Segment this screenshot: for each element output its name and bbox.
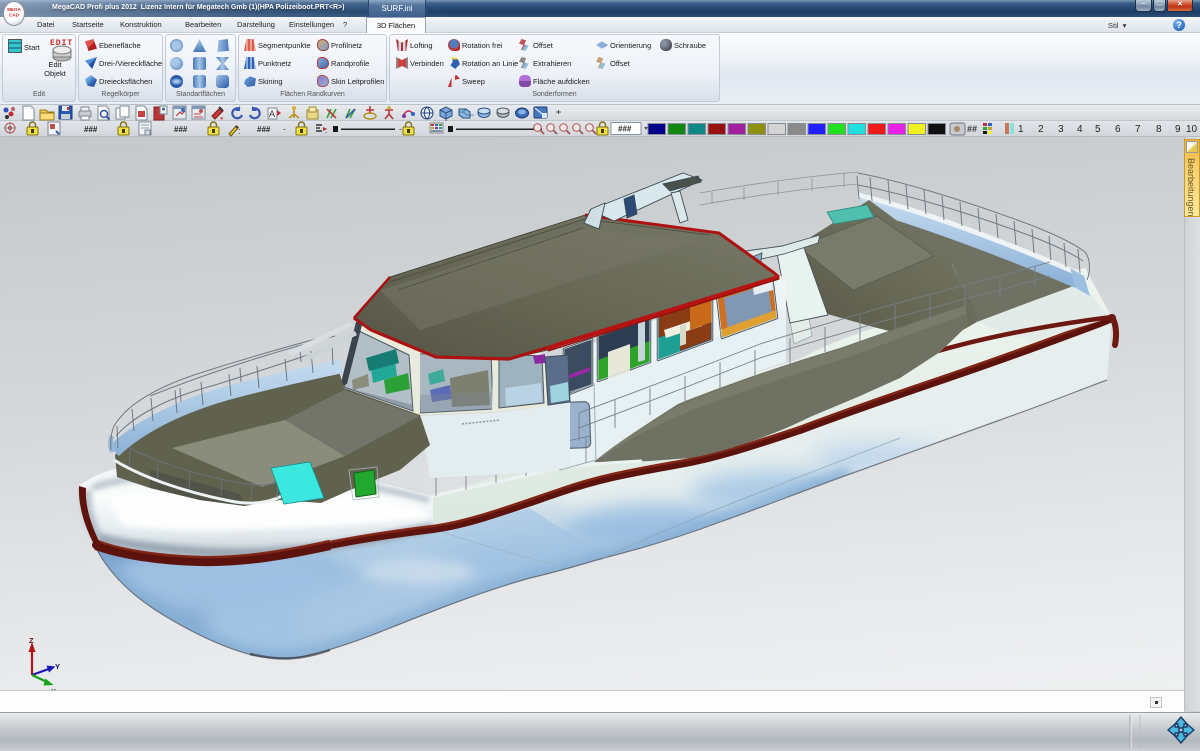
svg-text:###: ###	[84, 125, 98, 134]
svg-text:6: 6	[1115, 124, 1121, 135]
svg-text:##: ##	[967, 124, 977, 134]
svg-text:1: 1	[1018, 124, 1024, 135]
svg-text:A: A	[269, 109, 275, 119]
svg-text:10: 10	[1186, 124, 1198, 135]
svg-text:7: 7	[1135, 124, 1141, 135]
svg-text:2: 2	[1038, 124, 1044, 135]
svg-text:5: 5	[1095, 124, 1101, 135]
svg-text::: :	[325, 126, 327, 135]
svg-text:3: 3	[1058, 124, 1064, 135]
svg-text:Z: Z	[29, 636, 34, 645]
svg-text:###: ###	[618, 125, 632, 134]
svg-text:4: 4	[1077, 124, 1083, 135]
svg-text:-: -	[399, 124, 402, 134]
svg-text:###: ###	[174, 125, 188, 134]
svg-text:Y: Y	[55, 662, 60, 671]
svg-text:8: 8	[1156, 124, 1162, 135]
svg-text::: :	[238, 126, 241, 136]
svg-text:9: 9	[1175, 124, 1181, 135]
svg-text:###: ###	[257, 125, 271, 134]
svg-text:-: -	[283, 124, 286, 134]
